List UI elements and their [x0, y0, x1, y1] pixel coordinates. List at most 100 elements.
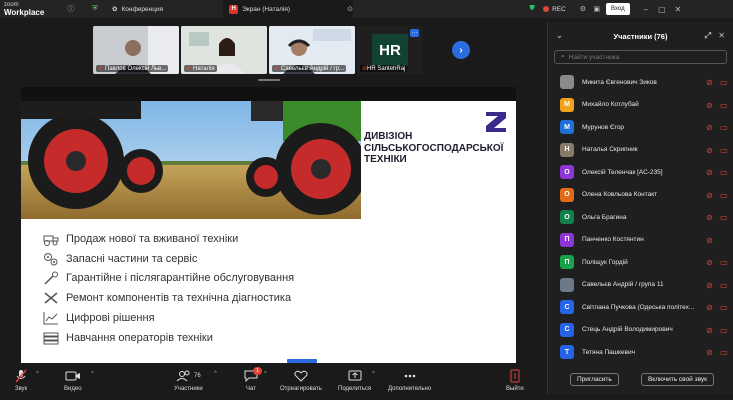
muted-mic-icon: ⊘ — [706, 280, 713, 290]
avatar — [560, 75, 574, 89]
minimize-icon[interactable]: – — [638, 0, 654, 18]
audio-button[interactable]: Звук — [14, 368, 28, 392]
close-icon[interactable]: ✕ — [670, 0, 686, 18]
recording-indicator[interactable]: REC — [543, 6, 566, 13]
more-dots-icon[interactable]: ··· — [410, 29, 419, 37]
tab-meeting-label: Конференция — [121, 5, 164, 13]
record-dot-icon — [543, 6, 550, 12]
caret-up-icon[interactable]: ^ — [372, 371, 375, 377]
participant-name: Олена Ковльова Контакт — [582, 191, 658, 198]
video-name-label: ⊘ Наталія — [184, 65, 217, 72]
avatar: П — [560, 232, 574, 247]
list-item-label: Продаж нової та вживаної техніки — [66, 232, 239, 245]
participant-name: Тетяна Пашкевич — [582, 348, 636, 356]
avatar: М — [560, 120, 574, 134]
participant-row[interactable]: П Поліщук Гордій ⊘ ▭ — [548, 252, 733, 272]
leave-button[interactable]: Выйти — [506, 368, 524, 392]
more-options-icon[interactable]: ⊙ — [345, 4, 355, 14]
participant-row[interactable]: С Світлана Пучкова (Одеська політех... ⊘ ▭ — [548, 297, 733, 317]
participants-button[interactable]: 76 Участники — [174, 368, 203, 392]
caret-up-icon[interactable]: ^ — [36, 371, 39, 377]
info-icon[interactable]: ⓘ — [66, 4, 76, 14]
unmute-self-button[interactable]: Включить свой звук — [640, 373, 714, 386]
layout-icon[interactable]: ▣ — [592, 4, 602, 14]
video-off-icon: ▭ — [720, 280, 728, 290]
video-tile-avatar[interactable]: HR ··· ⊘HR SantehRaj — [357, 26, 423, 74]
participant-name: Савельєв Андрій / група 11 — [582, 281, 664, 288]
participant-row[interactable]: Савельєв Андрій / група 11 ⊘ ▭ — [548, 275, 733, 295]
participant-name: Світлана Пучкова (Одеська політех... — [582, 303, 695, 311]
video-tile[interactable]: ⊘ Наталія — [181, 26, 267, 74]
video-tile[interactable]: ⊘ Савельєв Андрій / гр... — [269, 26, 355, 74]
tab-screen-label: Экран (Наталія) — [242, 5, 291, 13]
caret-up-icon[interactable]: ^ — [214, 371, 217, 377]
avatar — [560, 277, 574, 292]
tools-icon — [44, 292, 58, 304]
participant-row[interactable]: О Олена Ковльова Контакт ⊘ ▭ — [548, 185, 733, 205]
list-item: Цифрові рішення — [43, 308, 294, 328]
list-item: Запасні частини та сервіс — [43, 249, 294, 269]
shield-icon[interactable]: ⛨ — [90, 4, 100, 14]
close-panel-icon[interactable]: ✕ — [718, 31, 725, 40]
video-off-icon: ▭ — [720, 213, 728, 222]
participant-row[interactable]: С Стець Андрій Володимирович ⊘ ▭ — [548, 320, 733, 340]
participant-search[interactable]: ⌕ — [554, 50, 727, 64]
participant-row[interactable]: Н Наталья Скрипник ⊘ ▭ — [548, 140, 733, 160]
tab-screen[interactable]: H Экран (Наталія) — [223, 0, 354, 18]
avatar: О — [560, 187, 574, 202]
more-button[interactable]: Дополнительно — [388, 368, 431, 392]
participant-row[interactable]: Т Тетяна Пашкевич ⊘ ▭ — [548, 342, 733, 362]
gears-icon — [44, 252, 58, 266]
invite-button[interactable]: Пригласить — [570, 373, 619, 386]
leave-label: Выйти — [506, 386, 524, 392]
participant-row[interactable]: О Олексій Теленчак [АС-235] ⊘ ▭ — [548, 162, 733, 182]
participant-row[interactable]: М Мурунов Єгор ⊘ ▭ — [548, 117, 733, 137]
participants-count: 76 — [193, 373, 201, 379]
title-bar: zoom Workplace ⓘ ⛨ ✿ Конференция H Экран… — [0, 0, 733, 18]
video-off-icon: ▭ — [720, 168, 728, 177]
security-shield-icon[interactable]: ⛊ — [527, 4, 537, 14]
list-item-label: Навчання операторів техніки — [66, 331, 213, 344]
video-off-icon: ▭ — [720, 145, 728, 155]
muted-mic-icon: ⊘ — [706, 190, 713, 200]
restore-icon[interactable]: ▢ — [654, 0, 670, 18]
more-dots-icon — [403, 368, 417, 384]
popout-icon[interactable]: ⤢ — [705, 31, 711, 41]
slide-title-line: ТЕХНІКИ — [364, 154, 407, 165]
share-button[interactable]: Поделиться — [338, 368, 371, 392]
tab-meeting[interactable]: ✿ Конференция — [106, 0, 169, 18]
list-item-label: Запасні частини та сервіс — [66, 252, 198, 265]
participant-row[interactable]: О Ольга Брагина ⊘ ▭ — [548, 207, 733, 227]
chevron-down-icon[interactable]: ⌄ — [556, 31, 563, 40]
slide-title: ДИВІЗІОН СІЛЬСЬКОГОСПОДАРСЬКОЇ ТЕХНІКИ — [364, 131, 503, 166]
participant-row[interactable]: М Михайло Котлубай ⊘ ▭ — [548, 95, 733, 115]
zoom-window: zoom Workplace ⓘ ⛨ ✿ Конференция H Экран… — [0, 0, 733, 400]
video-off-icon: ▭ — [720, 325, 728, 335]
hr-avatar: HR — [372, 34, 408, 66]
share-screen-icon — [348, 368, 362, 384]
settings-icon[interactable]: ⚙ — [578, 4, 588, 14]
muted-mic-icon: ⊘ — [706, 348, 713, 357]
video-off-icon: ▭ — [720, 348, 728, 357]
participant-name: Микита Євгенович Зиков — [582, 78, 657, 86]
avatar: Т — [560, 345, 574, 359]
participant-name: Панченко Костянтин — [582, 236, 644, 243]
panel-title: Участники (76) — [613, 31, 668, 41]
muted-mic-icon: ⊘ — [706, 213, 713, 222]
participant-row[interactable]: П Панченко Костянтин ⊘ — [548, 230, 733, 250]
react-button[interactable]: Отреагировать — [280, 368, 322, 392]
chat-unread-badge: 1 — [253, 367, 262, 375]
caret-up-icon[interactable]: ^ — [264, 371, 267, 377]
participant-name: Мурунов Єгор — [582, 123, 625, 131]
video-button[interactable]: Видео — [64, 368, 82, 392]
participant-row[interactable]: Микита Євгенович Зиков ⊘ ▭ — [548, 72, 733, 92]
next-page-button[interactable]: › — [452, 41, 470, 59]
caret-up-icon[interactable]: ^ — [91, 371, 94, 377]
avatar: О — [560, 210, 574, 224]
search-input[interactable] — [568, 53, 719, 61]
shared-screen: ДИВІЗІОН СІЛЬСЬКОГОСПОДАРСЬКОЇ ТЕХНІКИ П… — [21, 87, 516, 363]
muted-mic-icon: ⊘ — [706, 145, 713, 155]
video-tile[interactable]: ⊘ Павлов Олексій Льв... — [93, 26, 179, 74]
resize-handle[interactable] — [258, 79, 280, 81]
sign-in-button[interactable]: Вход — [605, 3, 630, 15]
